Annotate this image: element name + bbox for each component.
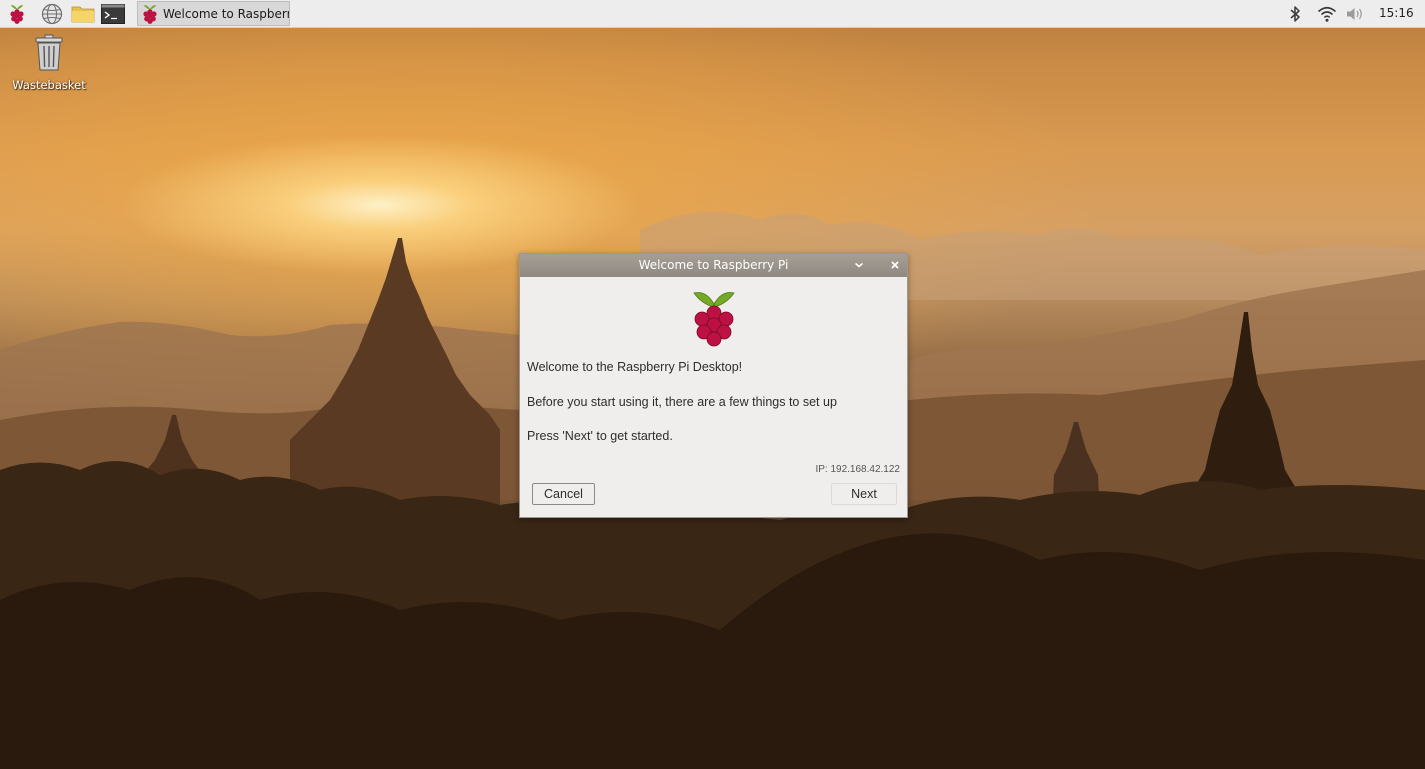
cancel-button[interactable]: Cancel [532, 483, 595, 505]
raspberry-icon [143, 4, 157, 24]
taskbar-clock[interactable]: 15:16 [1379, 6, 1414, 20]
welcome-message: Welcome to the Raspberry Pi Desktop! [527, 360, 743, 374]
volume-icon [1347, 8, 1362, 20]
bluetooth-tray-button[interactable] [1287, 4, 1303, 24]
dialog-title: Welcome to Raspberry Pi [638, 258, 789, 272]
dialog-minimize-button[interactable] [851, 257, 867, 273]
setup-message: Before you start using it, there are a f… [527, 395, 837, 409]
terminal-icon [101, 4, 125, 24]
desktop: Welcome to Raspberr... 15:16 Wastebasket… [0, 0, 1425, 769]
web-browser-launcher[interactable] [40, 2, 64, 26]
raspberry-pi-logo [693, 292, 735, 347]
next-hint: Press 'Next' to get started. [527, 429, 673, 443]
ip-address: IP: 192.168.42.122 [815, 464, 900, 475]
taskbar-window-label: Welcome to Raspberr... [163, 6, 289, 21]
wifi-icon [1317, 6, 1337, 22]
raspberry-menu-icon [10, 5, 24, 24]
bluetooth-icon [1290, 6, 1300, 22]
globe-browser-icon [41, 3, 63, 25]
terminal-launcher[interactable] [101, 2, 125, 26]
desktop-icon-label: Wastebasket [12, 78, 86, 92]
taskbar-window-button[interactable]: Welcome to Raspberr... [137, 1, 290, 26]
next-button[interactable]: Next [831, 483, 897, 505]
folder-icon [71, 6, 95, 23]
raspberry-menu-button[interactable] [5, 2, 29, 26]
dialog-titlebar[interactable]: Welcome to Raspberry Pi [520, 254, 907, 277]
file-manager-launcher[interactable] [71, 2, 95, 26]
trash-icon [35, 34, 63, 71]
chevron-down-icon [855, 262, 863, 268]
welcome-dialog: Welcome to Raspberry Pi Welcome to the R… [519, 253, 908, 518]
volume-tray-button[interactable] [1346, 4, 1364, 24]
close-icon [891, 261, 899, 269]
desktop-icon-wastebasket[interactable]: Wastebasket [8, 34, 90, 92]
dialog-close-button[interactable] [887, 257, 903, 273]
taskbar: Welcome to Raspberr... 15:16 [0, 0, 1425, 28]
wifi-tray-button[interactable] [1316, 4, 1338, 24]
